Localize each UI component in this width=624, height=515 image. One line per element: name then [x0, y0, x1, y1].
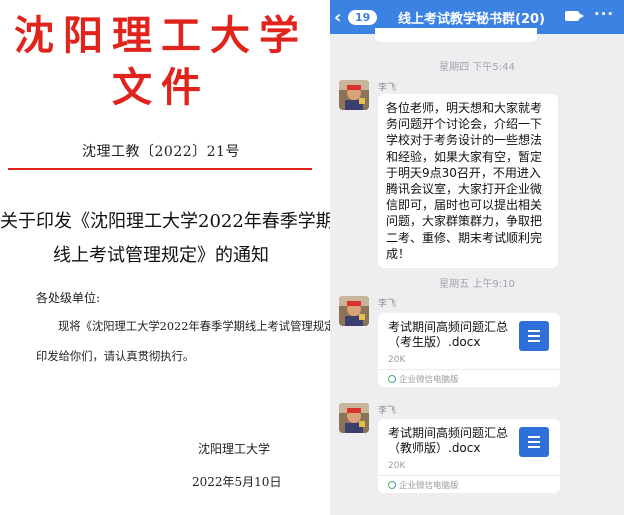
chat-window: ‹ 19 线上考试教学秘书群(20) ··· 星期四 下午5:44 李飞 各位老… — [330, 0, 624, 515]
document-salutation: 各处级单位: — [36, 291, 101, 305]
file-message-card[interactable]: 考试期间高频问题汇总（考生版）.docx 20K 企业微信电脑版 — [378, 313, 560, 387]
avatar-image — [339, 296, 369, 326]
document-body-line1: 现将《沈阳理工大学2022年春季学期线上考试管理规定》 — [58, 320, 347, 333]
wecom-source-icon — [388, 481, 396, 489]
file-name: 考试期间高频问题汇总（考生版）.docx — [388, 320, 509, 349]
document-header: 沈阳理工大学文件 — [14, 12, 308, 111]
file-source-label: 企业微信电脑版 — [399, 481, 459, 491]
header-divider — [8, 168, 312, 170]
file-size: 20K — [388, 461, 406, 471]
message-bubble[interactable]: 各位老师，明天想和大家就考务问题开个讨论会，介绍一下学校对于考务设计的一些想法和… — [378, 94, 558, 269]
unread-badge: 19 — [348, 9, 378, 25]
chat-title: 线上考试教学秘书群(20) — [398, 12, 545, 27]
file-card-divider — [378, 369, 560, 370]
document-title-line2: 线上考试管理规定》的通知 — [53, 245, 269, 266]
timestamp: 星期五 上午9:10 — [439, 279, 515, 290]
word-document-icon — [519, 427, 549, 457]
word-document-icon — [519, 321, 549, 351]
file-name: 考试期间高频问题汇总（教师版）.docx — [388, 426, 509, 455]
file-message-card[interactable]: 考试期间高频问题汇总（教师版）.docx 20K 企业微信电脑版 — [378, 419, 560, 493]
back-chevron-icon: ‹ — [334, 6, 342, 28]
avatar[interactable] — [339, 296, 369, 326]
file-source-label: 企业微信电脑版 — [399, 375, 459, 385]
document-title-line1: 关于印发《沈阳理工大学2022年春季学期 — [0, 211, 334, 232]
official-document: 沈阳理工大学文件 沈理工教〔2022〕21号 关于印发《沈阳理工大学2022年春… — [0, 0, 347, 515]
avatar-image — [339, 80, 369, 110]
file-card-divider — [378, 475, 560, 476]
avatar[interactable] — [339, 80, 369, 110]
file-source: 企业微信电脑版 — [388, 479, 459, 491]
back-button[interactable]: ‹ 19 — [334, 6, 378, 28]
document-number: 沈理工教〔2022〕21号 — [82, 144, 240, 160]
sender-name: 李飞 — [378, 299, 397, 309]
file-size: 20K — [388, 355, 406, 365]
avatar-image — [339, 403, 369, 433]
document-signer: 沈阳理工大学 — [198, 442, 271, 456]
sender-name: 李飞 — [378, 83, 397, 93]
document-body-line2: 印发给你们，请认真贯彻执行。 — [36, 350, 195, 363]
document-body: 现将《沈阳理工大学2022年春季学期线上考试管理规定》 印发给你们，请认真贯彻执… — [36, 312, 347, 372]
document-title: 关于印发《沈阳理工大学2022年春季学期 线上考试管理规定》的通知 — [0, 205, 334, 273]
previous-message-bubble[interactable] — [375, 28, 537, 42]
avatar[interactable] — [339, 403, 369, 433]
sender-name: 李飞 — [378, 406, 397, 416]
video-call-icon[interactable] — [565, 11, 584, 21]
more-icon[interactable]: ··· — [594, 5, 614, 23]
timestamp: 星期四 下午5:44 — [439, 62, 515, 73]
file-source: 企业微信电脑版 — [388, 373, 459, 385]
document-date: 2022年5月10日 — [192, 475, 282, 489]
wecom-source-icon — [388, 375, 396, 383]
